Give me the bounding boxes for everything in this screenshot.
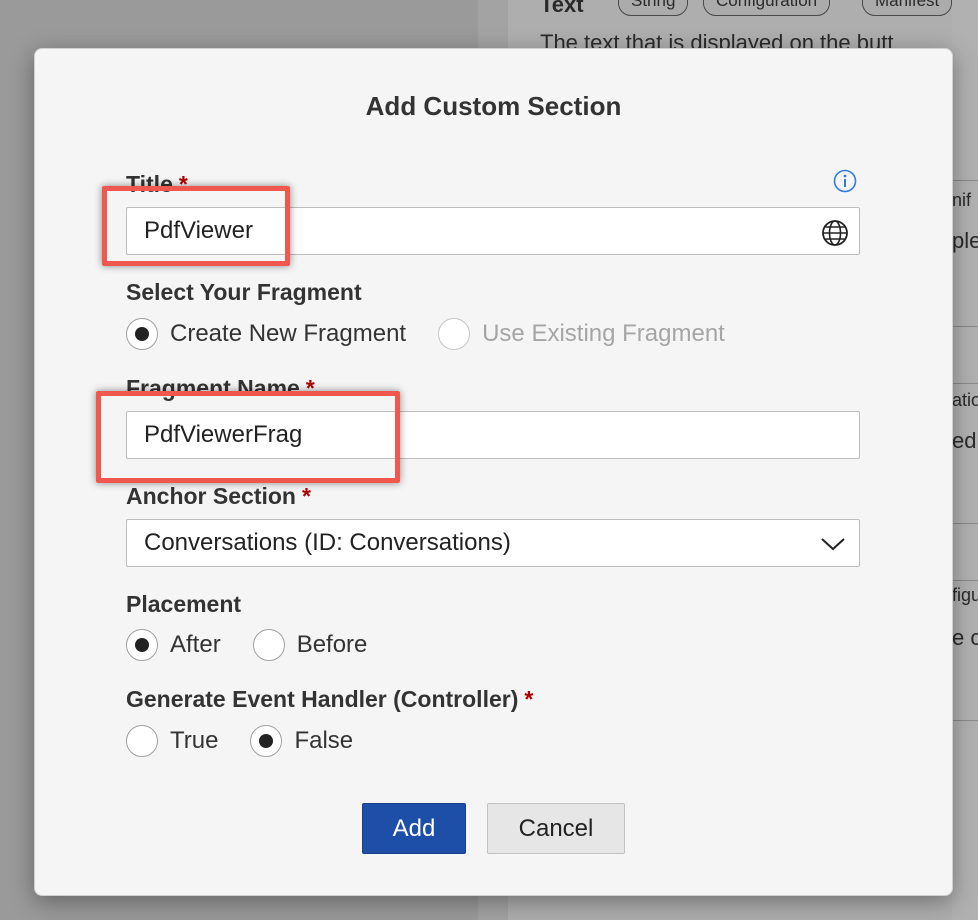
radio-use-existing-fragment: Use Existing Fragment [438, 318, 725, 350]
radio-label: False [294, 727, 354, 754]
radio-button-checked[interactable] [126, 629, 158, 661]
radio-event-handler-false[interactable]: False [250, 725, 353, 757]
background-right-strip [952, 0, 978, 920]
anchor-section-selected-value: Conversations (ID: Conversations) [144, 529, 511, 556]
background-side-text: ple [952, 228, 978, 253]
background-tag-manifest: Manifest [862, 0, 953, 16]
fragment-choice-radio-group: Create New Fragment Use Existing Fragmen… [126, 316, 757, 352]
event-handler-label-text: Generate Event Handler (Controller) [126, 686, 519, 712]
cancel-button[interactable]: Cancel [487, 803, 625, 854]
event-handler-radio-group: True False [126, 723, 385, 759]
background-divider [952, 180, 978, 181]
globe-icon[interactable] [821, 219, 849, 247]
background-side-text: nif [952, 190, 972, 210]
radio-placement-before[interactable]: Before [252, 629, 368, 661]
anchor-section-label-text: Anchor Section [126, 483, 296, 509]
radio-create-new-fragment[interactable]: Create New Fragment [126, 318, 406, 350]
title-input-highlight [102, 186, 290, 266]
radio-label: Use Existing Fragment [482, 320, 725, 347]
background-divider [952, 383, 978, 384]
radio-event-handler-true[interactable]: True [126, 725, 218, 757]
anchor-section-select[interactable]: Conversations (ID: Conversations) [126, 519, 860, 567]
placement-label: Placement [126, 591, 242, 617]
background-side-text: ed [952, 428, 977, 453]
radio-label: True [170, 727, 219, 754]
chevron-down-icon[interactable] [819, 534, 847, 554]
radio-placement-after[interactable]: After [126, 629, 221, 661]
radio-button-checked[interactable] [250, 725, 283, 757]
background-tag-string: String [618, 0, 689, 16]
radio-button-unchecked[interactable] [252, 629, 285, 661]
background-side-text: e c [952, 625, 978, 650]
background-divider [952, 720, 978, 721]
background-tag-configuration: Configuration [703, 0, 831, 16]
info-icon[interactable] [833, 169, 857, 193]
background-side-text: figu [952, 585, 978, 605]
radio-label: After [170, 631, 221, 658]
radio-button-unchecked [438, 318, 471, 350]
background-divider [952, 326, 978, 327]
background-section-label: Text [540, 0, 584, 17]
required-indicator: * [301, 483, 311, 509]
background-divider [952, 580, 978, 581]
radio-label: Before [296, 631, 368, 658]
background-side-text: atio [952, 390, 978, 410]
radio-label: Create New Fragment [170, 320, 407, 347]
add-button[interactable]: Add [362, 803, 466, 854]
fragment-name-highlight [96, 391, 400, 483]
anchor-section-label: Anchor Section * [126, 483, 311, 510]
background-divider [952, 523, 978, 524]
placement-radio-group: After Before [126, 627, 399, 663]
radio-button-checked[interactable] [126, 318, 158, 350]
required-indicator: * [524, 686, 534, 712]
dialog-title: Add Custom Section [365, 91, 622, 121]
radio-button-unchecked[interactable] [126, 725, 158, 757]
event-handler-label: Generate Event Handler (Controller) * [126, 686, 533, 713]
fragment-choice-label: Select Your Fragment [126, 279, 362, 305]
